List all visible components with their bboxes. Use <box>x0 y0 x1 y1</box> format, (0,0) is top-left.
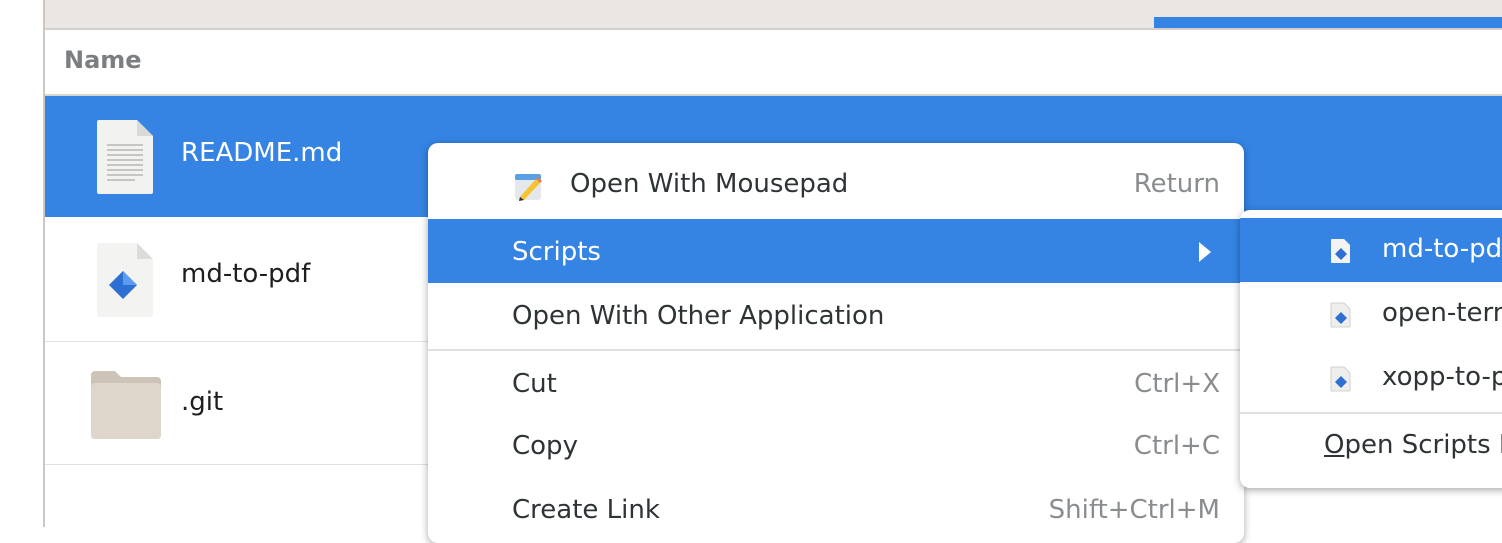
submenu-item-label: open-terminal <box>1382 298 1502 328</box>
menu-item-label: Open With Mousepad <box>570 169 849 199</box>
menu-item-cut[interactable]: Cut Ctrl+X <box>428 351 1244 415</box>
script-file-icon <box>1330 302 1351 328</box>
submenu-arrow-icon <box>1199 242 1211 262</box>
menu-item-open-with-mousepad[interactable]: Open With Mousepad Return <box>428 151 1244 215</box>
text-document-icon <box>97 120 153 194</box>
submenu-item-md-to-pdf[interactable]: md-to-pdf <box>1240 218 1502 282</box>
submenu-item-label: Open Scripts Folder <box>1324 430 1502 460</box>
menu-item-copy[interactable]: Copy Ctrl+C <box>428 413 1244 477</box>
menu-item-label: Copy <box>512 431 578 461</box>
menu-item-shortcut: Return <box>1133 169 1220 199</box>
scripts-submenu: md-to-pdf open-terminal xopp-to-pdf Open… <box>1240 210 1502 488</box>
name-column-header[interactable]: Name <box>45 30 1502 96</box>
script-file-icon <box>1331 239 1350 263</box>
sidebar-edge <box>0 0 44 527</box>
file-name: README.md <box>181 138 343 168</box>
submenu-item-label: xopp-to-pdf <box>1382 362 1502 392</box>
menu-item-label: Open With Other Application <box>512 301 885 331</box>
submenu-item-open-terminal[interactable]: open-terminal <box>1240 282 1502 346</box>
menu-item-label: Create Link <box>512 495 660 525</box>
menu-item-shortcut: Shift+Ctrl+M <box>1048 495 1220 525</box>
menu-item-create-link[interactable]: Create Link Shift+Ctrl+M <box>428 477 1244 541</box>
menu-item-label: Scripts <box>512 237 601 267</box>
file-name: .git <box>181 387 224 417</box>
submenu-item-label-rest: pen Scripts Folder <box>1344 430 1502 460</box>
script-file-icon <box>1330 366 1351 392</box>
mousepad-icon <box>515 174 542 201</box>
menu-item-label: Cut <box>512 369 557 399</box>
context-menu: Open With Mousepad Return Scripts Open W… <box>428 143 1244 543</box>
menu-item-shortcut: Ctrl+C <box>1133 431 1220 461</box>
mnemonic-letter: O <box>1324 430 1345 460</box>
file-name: md-to-pdf <box>181 259 311 289</box>
name-column-label: Name <box>64 46 142 74</box>
script-file-icon <box>97 243 153 317</box>
menu-item-open-with-other-application[interactable]: Open With Other Application <box>428 283 1244 347</box>
submenu-item-xopp-to-pdf[interactable]: xopp-to-pdf <box>1240 346 1502 410</box>
submenu-item-open-scripts-folder[interactable]: Open Scripts Folder <box>1240 414 1502 478</box>
active-tab-indicator <box>1154 17 1502 28</box>
menu-item-scripts[interactable]: Scripts <box>428 219 1244 283</box>
submenu-item-label: md-to-pdf <box>1382 234 1502 264</box>
menu-item-shortcut: Ctrl+X <box>1134 369 1220 399</box>
folder-icon <box>91 371 161 439</box>
